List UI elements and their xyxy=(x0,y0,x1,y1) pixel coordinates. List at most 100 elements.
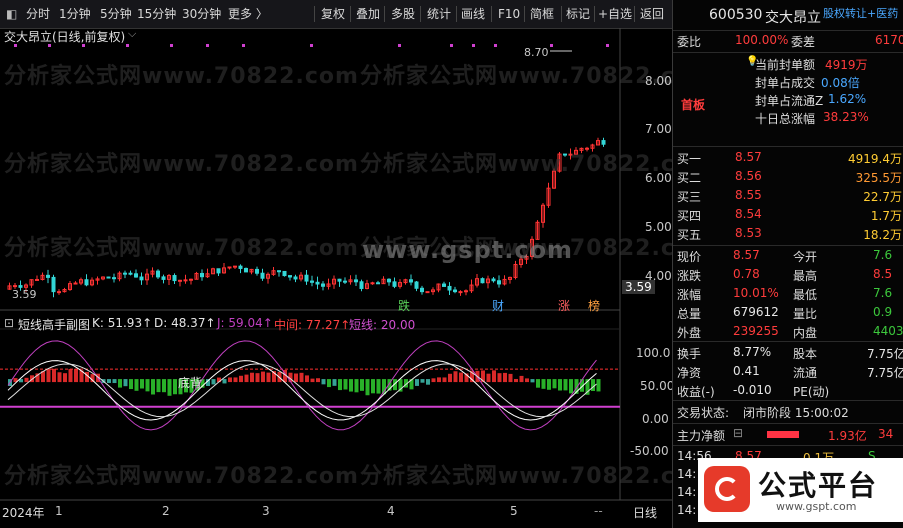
indicator-bar xyxy=(525,378,529,383)
xaxis-month: 1 xyxy=(55,504,63,518)
bid-price[interactable]: 8.56 xyxy=(735,169,762,183)
indicator-bar xyxy=(68,369,73,383)
stat-label: 最高 xyxy=(793,269,818,283)
stock-code: 600530 xyxy=(709,7,763,23)
candle-body xyxy=(156,270,160,278)
main-net-bar xyxy=(767,431,799,438)
weibi-value: 100.00% xyxy=(735,33,789,47)
candle-body xyxy=(414,281,419,289)
indicator-icon[interactable]: ⊡ xyxy=(4,316,14,330)
stat-value: 8.57 xyxy=(733,248,760,262)
stat-label: 外盘 xyxy=(677,326,702,340)
bid-price[interactable]: 8.54 xyxy=(735,207,762,221)
xaxis-month: 5 xyxy=(510,504,518,518)
btn-adjust[interactable]: 复权 xyxy=(321,0,345,28)
tab-more[interactable]: 更多 〉 xyxy=(228,0,268,28)
candle-body xyxy=(343,280,347,283)
indicator-bar xyxy=(486,373,491,383)
indicator-bar xyxy=(123,379,128,387)
indicator-bar xyxy=(448,373,452,383)
j-line xyxy=(7,340,597,431)
bid-price[interactable]: 8.57 xyxy=(735,150,762,164)
indicator-bar xyxy=(569,379,573,394)
event-mark[interactable]: 榜 xyxy=(588,297,600,314)
stat-label: 股本 xyxy=(793,347,818,361)
candle-body xyxy=(601,140,606,145)
stat-value: 10.01% xyxy=(733,286,779,300)
price-tick: 5.00 xyxy=(645,220,672,234)
candle-body xyxy=(282,270,287,277)
stock-tags[interactable]: 股权转让+医药 xyxy=(823,5,898,21)
candle-body xyxy=(57,291,61,294)
indicator-bar xyxy=(305,375,309,383)
xaxis-year: 2024年 xyxy=(2,506,45,520)
indicator-name[interactable]: 短线高手副图 xyxy=(18,316,90,333)
bid-label: 买四 xyxy=(677,209,702,223)
btn-multi[interactable]: 多股 xyxy=(391,0,415,28)
indicator-bar xyxy=(24,377,29,383)
indicator-bar xyxy=(514,378,518,383)
candle-body xyxy=(123,272,127,275)
stat-label: 现价 xyxy=(677,250,702,264)
indicator-bar xyxy=(222,379,227,384)
stat-value: 440357 xyxy=(873,324,903,338)
candle-body xyxy=(464,290,468,293)
bid-label: 买一 xyxy=(677,152,702,166)
indicator-tick: 100.0 xyxy=(636,346,671,360)
indicator-bar xyxy=(332,379,337,386)
indicator-bar xyxy=(299,372,304,383)
indicator-bar xyxy=(74,368,78,383)
btn-add-watch[interactable]: +自选 xyxy=(598,0,632,28)
btn-stats[interactable]: 统计 xyxy=(427,0,451,28)
btn-f10[interactable]: F10 xyxy=(498,0,520,28)
chevron-down-icon[interactable]: ⌵ xyxy=(128,27,136,41)
btn-mark[interactable]: 标记 xyxy=(566,0,590,28)
menu-icon[interactable]: ◧ xyxy=(6,0,17,28)
event-mark[interactable]: 跌 xyxy=(398,297,410,314)
main-net-value: 1.93亿 xyxy=(828,429,867,443)
main-net-label: 主力净额 xyxy=(677,429,726,443)
indicator-bar xyxy=(145,379,150,392)
main-net-pct: 34 xyxy=(878,427,894,441)
stat-label: 涨跌 xyxy=(677,269,702,283)
stat-value: 7.6 xyxy=(873,248,893,262)
indicator-short: 短线: 20.00 xyxy=(349,318,416,332)
top-mark xyxy=(606,44,609,47)
kline-chart-area[interactable]: 交大昂立(日线,前复权) ⌵ 分析家公式网www.70822.com 分析家公式… xyxy=(0,27,714,528)
bid-price[interactable]: 8.55 xyxy=(735,188,762,202)
candle-body xyxy=(172,275,177,282)
candle-body xyxy=(288,275,292,278)
chart-title: 交大昂立(日线,前复权) xyxy=(4,30,126,44)
bid-price[interactable]: 8.53 xyxy=(735,226,762,240)
xaxis-period[interactable]: 日线 xyxy=(633,504,657,521)
indicator-bar xyxy=(415,379,419,386)
tab-intraday[interactable]: 分时 xyxy=(26,0,50,28)
expand-icon[interactable]: ⊟ xyxy=(733,426,743,440)
btn-simple[interactable]: 简框 xyxy=(530,0,554,28)
btn-back[interactable]: 返回 xyxy=(640,0,664,28)
event-mark[interactable]: 涨 xyxy=(558,297,570,314)
btn-overlay[interactable]: 叠加 xyxy=(356,0,380,28)
btn-draw[interactable]: 画线 xyxy=(461,0,485,28)
tab-15min[interactable]: 15分钟 xyxy=(137,0,176,28)
stat-label: 换手 xyxy=(677,347,702,361)
top-mark xyxy=(242,44,245,47)
candle-body xyxy=(13,285,17,288)
seal-float: 1.62% xyxy=(828,92,867,106)
candle-body xyxy=(238,265,243,269)
tab-30min[interactable]: 30分钟 xyxy=(182,0,221,28)
ten-day-label: 十日总涨幅 xyxy=(755,112,816,126)
tab-5min[interactable]: 5分钟 xyxy=(100,0,132,28)
indicator-bar xyxy=(63,373,67,383)
top-mark xyxy=(206,44,209,47)
top-mark xyxy=(494,44,497,47)
tick-time: 14: xyxy=(677,503,697,517)
candle-body xyxy=(73,282,78,285)
xaxis-dash[interactable]: -- xyxy=(594,504,603,518)
candle-body xyxy=(134,273,138,278)
tab-1min[interactable]: 1分钟 xyxy=(59,0,91,28)
seal-vol-label: 封单占成交 xyxy=(755,76,816,90)
kline-svg xyxy=(0,28,672,501)
event-mark[interactable]: 财 xyxy=(492,297,504,314)
price-tick: 7.00 xyxy=(645,122,672,136)
